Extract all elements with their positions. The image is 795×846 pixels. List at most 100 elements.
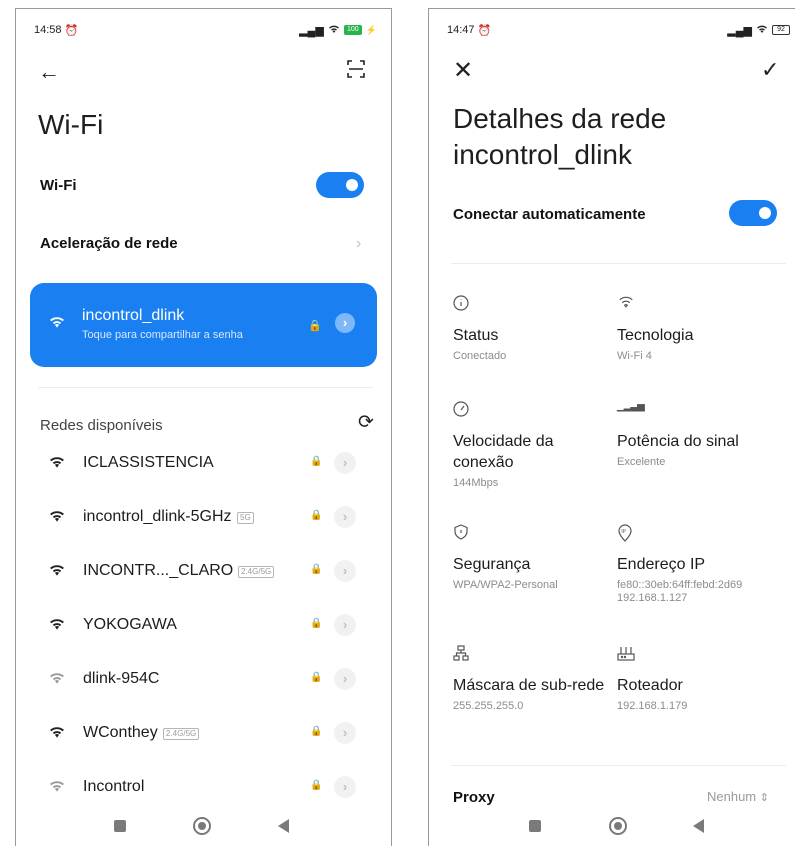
wifi-toggle-label: Wi-Fi (40, 177, 77, 194)
battery-icon: 100 (343, 25, 362, 35)
technology-detail: Tecnologia Wi-Fi 4 (617, 295, 777, 363)
proxy-select[interactable]: Nenhum ⇕ (707, 789, 769, 804)
wifi-icon (48, 509, 66, 528)
wifi-weak-icon (48, 779, 66, 798)
alarm-icon: ⏰ (477, 24, 492, 37)
close-icon[interactable]: ✕ (453, 59, 473, 83)
available-networks-heading: Redes disponíveis (40, 417, 163, 434)
network-details-button[interactable]: › (334, 614, 356, 636)
network-details-button[interactable]: › (334, 722, 356, 744)
network-details-button[interactable]: › (334, 506, 356, 528)
alarm-icon: ⏰ (64, 24, 79, 37)
lock-icon: 🔒 (310, 780, 323, 791)
shield-icon (453, 524, 613, 544)
network-name: INCONTR..._CLARO (83, 562, 234, 579)
connected-ssid: incontrol_dlink (82, 307, 185, 324)
home-button[interactable] (609, 817, 627, 835)
security-label: Segurança (453, 556, 531, 573)
network-details-button[interactable]: › (334, 452, 356, 474)
network-details-button[interactable]: › (334, 668, 356, 690)
speedometer-icon (453, 401, 613, 421)
band-badge: 2.4G/5G (163, 728, 200, 740)
network-row[interactable]: YOKOGAWA 🔒 › (16, 609, 391, 641)
network-row[interactable]: dlink-954C 🔒 › (16, 663, 391, 695)
network-details-button[interactable]: › (335, 313, 355, 333)
network-details-screen: 14:47 ⏰ ▂▄▆ 92 ✕ ✓ Detalhes da rede inco… (428, 8, 795, 846)
speed-value: 144Mbps (453, 477, 499, 489)
wifi-icon (48, 455, 66, 474)
lock-icon: 🔒 (310, 726, 323, 737)
wifi-settings-screen: 14:58 ⏰ ▂▄▆ 100 ⚡ ← Wi-Fi Wi-Fi Aceleraç… (15, 8, 392, 846)
navigation-bar (16, 815, 391, 839)
security-value: WPA/WPA2-Personal (453, 579, 558, 591)
wifi-icon (48, 617, 66, 636)
technology-label: Tecnologia (617, 327, 694, 344)
lock-icon: 🔒 (310, 510, 323, 521)
band-badge: 2.4G/5G (238, 566, 275, 578)
navigation-bar (429, 815, 795, 839)
signal-value: Excelente (617, 456, 666, 468)
auto-connect-toggle[interactable] (729, 200, 777, 226)
back-button[interactable] (278, 819, 289, 833)
ip-label: Endereço IP (617, 556, 706, 573)
scan-qr-icon[interactable] (346, 59, 366, 83)
wifi-icon (48, 563, 66, 582)
status-label: Status (453, 327, 499, 344)
network-row[interactable]: incontrol_dlink-5GHz 5G 🔒 › (16, 501, 391, 533)
lock-icon: 🔒 (310, 618, 323, 629)
network-details-button[interactable]: › (334, 776, 356, 798)
confirm-check-icon[interactable]: ✓ (761, 59, 779, 81)
network-row[interactable]: INCONTR..._CLARO 2.4G/5G 🔒 › (16, 555, 391, 587)
mask-label: Máscara de sub-rede (453, 677, 605, 694)
refresh-icon[interactable]: ⟳ (358, 411, 374, 434)
mask-value: 255.255.255.0 (453, 700, 524, 712)
speed-label: Velocidade da conexão (453, 433, 554, 471)
wifi-status-icon (756, 24, 768, 37)
chevron-updown-icon: ⇕ (759, 792, 769, 804)
divider (38, 387, 373, 388)
network-row[interactable]: WConthey 2.4G/5G 🔒 › (16, 717, 391, 749)
clock: 14:58 (34, 24, 62, 36)
network-row[interactable]: ICLASSISTENCIA 🔒 › (16, 447, 391, 479)
wifi-icon (48, 315, 66, 334)
signal-detail: ▁▂▃▅ Potência do sinal Excelente (617, 401, 777, 469)
info-icon (453, 295, 613, 315)
ip-icon: IP (617, 524, 777, 544)
back-button[interactable] (693, 819, 704, 833)
network-acceleration-item[interactable]: Aceleração de rede (40, 235, 178, 252)
status-bar: 14:58 ⏰ ▂▄▆ 100 ⚡ (34, 23, 377, 37)
network-name: ICLASSISTENCIA (83, 454, 214, 471)
router-icon (617, 645, 777, 665)
network-name: WConthey (83, 724, 158, 741)
wifi-icon (48, 725, 66, 744)
back-arrow-icon[interactable]: ← (38, 61, 60, 83)
network-tree-icon (453, 645, 613, 665)
network-row[interactable]: Incontrol 🔒 › (16, 771, 391, 803)
lock-icon: 🔒 (310, 672, 323, 683)
page-title: Detalhes da rede incontrol_dlink (453, 103, 667, 170)
divider (451, 263, 786, 264)
lock-icon: 🔒 (310, 564, 323, 575)
recents-button[interactable] (529, 820, 541, 832)
proxy-value: Nenhum (707, 789, 757, 804)
status-bar: 14:47 ⏰ ▂▄▆ 92 (447, 23, 790, 37)
wifi-toggle[interactable] (316, 172, 364, 198)
lock-icon: 🔒 (308, 320, 322, 332)
mask-detail: Máscara de sub-rede 255.255.255.0 (453, 645, 613, 713)
charging-icon: ⚡ (365, 24, 377, 35)
signal-label: Potência do sinal (617, 433, 739, 450)
security-detail: Segurança WPA/WPA2-Personal (453, 524, 613, 592)
home-button[interactable] (193, 817, 211, 835)
connected-network-card[interactable]: incontrol_dlink Toque para compartilhar … (30, 283, 377, 367)
network-name: incontrol_dlink-5GHz (83, 508, 232, 525)
wifi-weak-icon (48, 671, 66, 690)
proxy-label: Proxy (453, 789, 495, 806)
svg-text:IP: IP (621, 529, 626, 535)
signal-bars-icon: ▂▄▆ (299, 24, 324, 37)
battery-icon: 92 (772, 25, 790, 35)
chevron-right-icon: › (356, 235, 362, 252)
auto-connect-label: Conectar automaticamente (453, 206, 646, 223)
page-title: Wi-Fi (38, 109, 104, 140)
network-details-button[interactable]: › (334, 560, 356, 582)
recents-button[interactable] (114, 820, 126, 832)
